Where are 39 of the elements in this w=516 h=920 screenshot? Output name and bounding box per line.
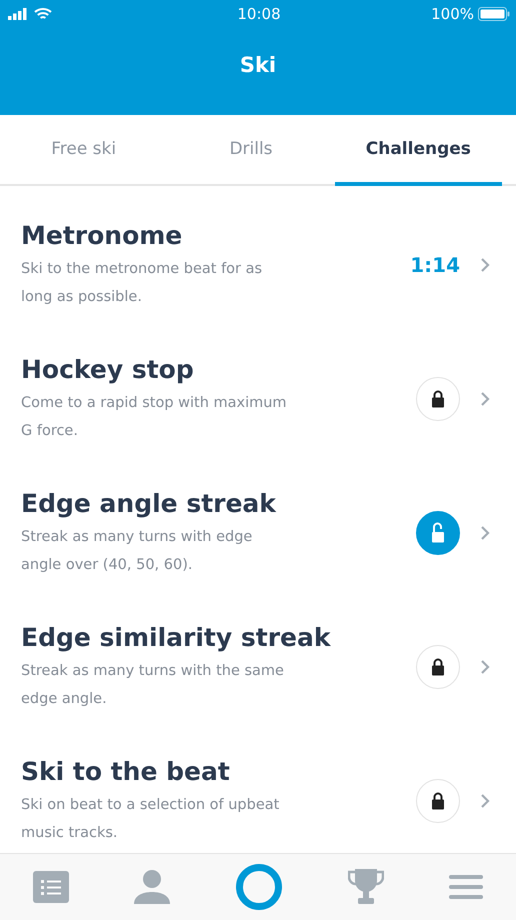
- padlock-icon: [431, 390, 445, 408]
- best-time: 1:14: [410, 253, 460, 277]
- nav-button[interactable]: [32, 871, 69, 903]
- challenge-description: Streak as many turns with the same edge angle.: [21, 662, 285, 709]
- chevron-right-icon: [480, 525, 490, 541]
- nav-button[interactable]: [134, 870, 170, 904]
- list-icon: [32, 871, 69, 903]
- battery-percentage: 100%: [431, 5, 474, 23]
- menu-icon: [449, 875, 484, 899]
- chevron-right-icon: [480, 257, 490, 273]
- nav-button[interactable]: [236, 864, 282, 910]
- nav-button[interactable]: [348, 869, 384, 905]
- clock-time: 10:08: [237, 5, 281, 23]
- tab[interactable]: Free ski: [0, 115, 168, 186]
- tab[interactable]: Challenges: [334, 115, 502, 186]
- challenge-description: Come to a rapid stop with maximum G force.: [21, 394, 288, 441]
- nav-button[interactable]: [449, 875, 484, 899]
- challenge-title: Edge angle streak: [21, 488, 278, 520]
- open-padlock-icon: [430, 522, 446, 544]
- tab[interactable]: Drills: [167, 115, 335, 186]
- challenge-description: Ski to the metronome beat for as long as possible.: [21, 260, 264, 307]
- challenge-title: Edge similarity streak: [21, 622, 332, 654]
- wifi-icon: [34, 7, 52, 21]
- ring-icon: [236, 864, 282, 910]
- challenge-description: Streak as many turns with edge angle over (40, 50, 60).: [21, 528, 254, 575]
- challenge-description: Ski on beat to a selection of upbeat music tracks.: [21, 796, 280, 843]
- person-icon: [134, 870, 170, 904]
- challenge-title: Hockey stop: [21, 354, 195, 386]
- chevron-right-icon: [480, 391, 490, 407]
- padlock-icon: [431, 658, 445, 676]
- screen-title: Ski: [240, 52, 276, 76]
- signal-icon: [8, 8, 28, 20]
- challenge-title: Metronome: [21, 220, 184, 252]
- chevron-right-icon: [480, 793, 490, 809]
- trophy-icon: [348, 869, 384, 905]
- challenge-title: Ski to the beat: [21, 756, 231, 788]
- battery-icon: [478, 7, 510, 21]
- padlock-icon: [431, 792, 445, 810]
- chevron-right-icon: [480, 659, 490, 675]
